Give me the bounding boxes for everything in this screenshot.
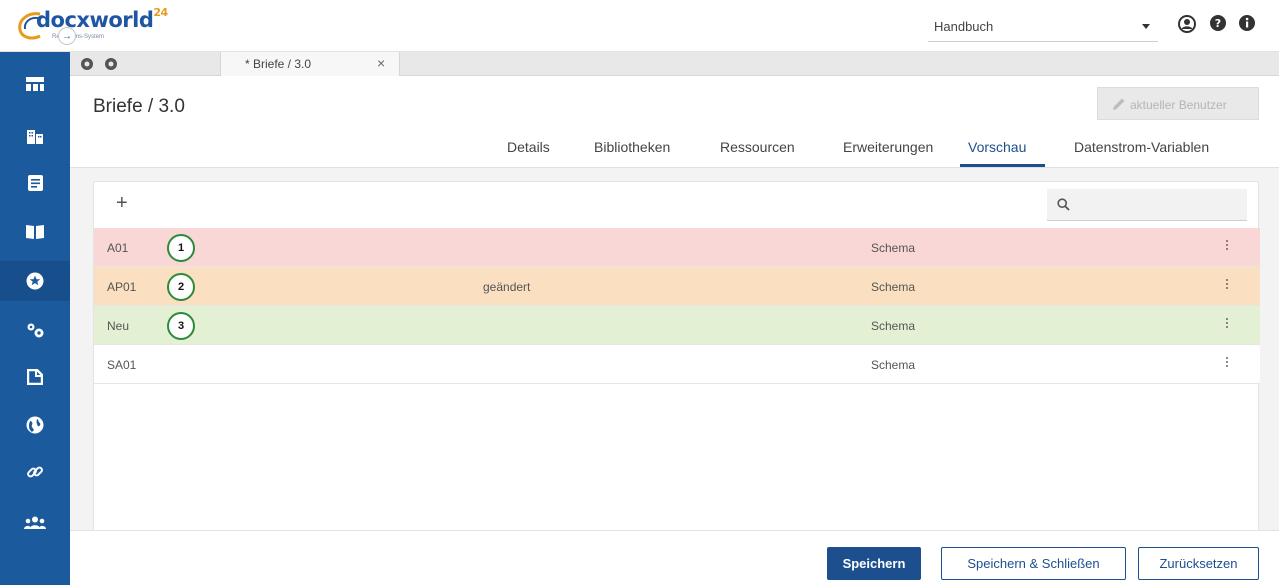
page-title: Briefe / 3.0 <box>93 96 185 117</box>
row-name: A01 <box>107 241 129 255</box>
search-box <box>1047 189 1247 221</box>
arrow-right-icon: → <box>62 30 72 42</box>
top-bar: docxworld24 Redaktions-System Handbuch ? <box>0 0 1279 52</box>
tab-bibliotheken[interactable]: Bibliotheken <box>594 139 670 155</box>
svg-text:?: ? <box>1215 17 1221 30</box>
project-selector[interactable]: Handbuch <box>928 10 1158 42</box>
row-name: SA01 <box>107 358 137 372</box>
current-user-button[interactable]: aktueller Benutzer <box>1097 87 1259 120</box>
sidebar-item-documents[interactable] <box>0 163 70 203</box>
sidebar-expand-button[interactable]: → <box>58 27 76 45</box>
row-type: Schema <box>871 280 916 294</box>
save-button[interactable]: Speichern <box>827 547 921 580</box>
row-type: Schema <box>871 241 916 255</box>
marker-badge: 2 <box>167 273 195 301</box>
logo-text: docxworld <box>36 8 154 32</box>
star-circle-icon <box>26 272 44 290</box>
close-icon[interactable]: × <box>377 55 385 71</box>
cogs-icon <box>27 323 44 338</box>
search-icon <box>1057 198 1070 211</box>
table-row[interactable]: SA01 Schema <box>94 345 1260 384</box>
help-icon[interactable]: ? <box>1209 14 1227 32</box>
dashboard-icon <box>26 77 44 91</box>
book-icon <box>26 224 44 239</box>
row-type: Schema <box>871 358 916 372</box>
chevron-down-icon <box>1142 24 1150 29</box>
search-input[interactable] <box>1077 195 1237 215</box>
app-logo[interactable]: docxworld24 Redaktions-System <box>14 6 174 46</box>
tab-vorschau[interactable]: Vorschau <box>968 139 1026 155</box>
sidebar-item-settings[interactable] <box>0 310 70 350</box>
more-vertical-icon[interactable] <box>1222 316 1232 336</box>
sidebar-item-library[interactable] <box>0 211 70 251</box>
document-icon <box>27 175 43 191</box>
logo-wordmark: docxworld24 <box>36 6 168 32</box>
reset-button[interactable]: Zurücksetzen <box>1138 547 1259 580</box>
sidebar-item-templates[interactable] <box>0 261 70 301</box>
link-icon <box>27 466 43 478</box>
info-icon[interactable] <box>1238 14 1256 32</box>
user-circle-icon[interactable] <box>1177 14 1197 34</box>
pencil-icon <box>1113 98 1125 110</box>
circle-dot-icon[interactable] <box>104 57 118 71</box>
sidebar-item-dashboard[interactable] <box>0 64 70 104</box>
sidebar-item-links[interactable] <box>0 452 70 492</box>
circle-dot-icon[interactable] <box>80 57 94 71</box>
sidebar-item-users[interactable] <box>0 503 70 543</box>
tab-details[interactable]: Details <box>507 139 550 155</box>
preview-panel: + A01 1 Schema AP01 2 geändert Schema Ne… <box>93 181 1260 530</box>
globe-icon <box>26 416 44 434</box>
add-button[interactable]: + <box>116 192 128 215</box>
footer-bar: Speichern Speichern & Schließen Zurückse… <box>70 530 1279 585</box>
more-vertical-icon[interactable] <box>1222 355 1232 375</box>
more-vertical-icon[interactable] <box>1222 277 1232 297</box>
marker-badge: 1 <box>167 234 195 262</box>
row-name: AP01 <box>107 280 137 294</box>
table-row[interactable]: Neu 3 Schema <box>94 306 1260 345</box>
project-selector-value: Handbuch <box>934 19 994 34</box>
sidebar-item-languages[interactable] <box>0 405 70 445</box>
logo-superscript: 24 <box>153 6 168 19</box>
current-user-button-label: aktueller Benutzer <box>1130 98 1227 112</box>
row-type: Schema <box>871 319 916 333</box>
row-name: Neu <box>107 319 130 333</box>
document-tabstrip: * Briefe / 3.0 × <box>70 52 1279 76</box>
sidebar <box>0 52 70 585</box>
table-row[interactable]: A01 1 Schema <box>94 228 1260 267</box>
open-document-tab-label: * Briefe / 3.0 <box>245 57 312 71</box>
marker-badge: 3 <box>167 312 195 340</box>
open-document-tab[interactable]: * Briefe / 3.0 × <box>220 52 400 76</box>
tab-ressourcen[interactable]: Ressourcen <box>720 139 795 155</box>
more-vertical-icon[interactable] <box>1222 238 1232 258</box>
file-icon <box>27 369 43 385</box>
save-close-button[interactable]: Speichern & Schließen <box>941 547 1126 580</box>
table-row[interactable]: AP01 2 geändert Schema <box>94 267 1260 306</box>
row-status: geändert <box>483 280 531 294</box>
building-icon <box>27 130 43 144</box>
sidebar-item-buildings[interactable] <box>0 116 70 156</box>
users-icon <box>24 516 46 529</box>
tab-datenstrom-variablen[interactable]: Datenstrom-Variablen <box>1074 139 1209 155</box>
sidebar-item-files[interactable] <box>0 357 70 397</box>
tab-erweiterungen[interactable]: Erweiterungen <box>843 139 933 155</box>
